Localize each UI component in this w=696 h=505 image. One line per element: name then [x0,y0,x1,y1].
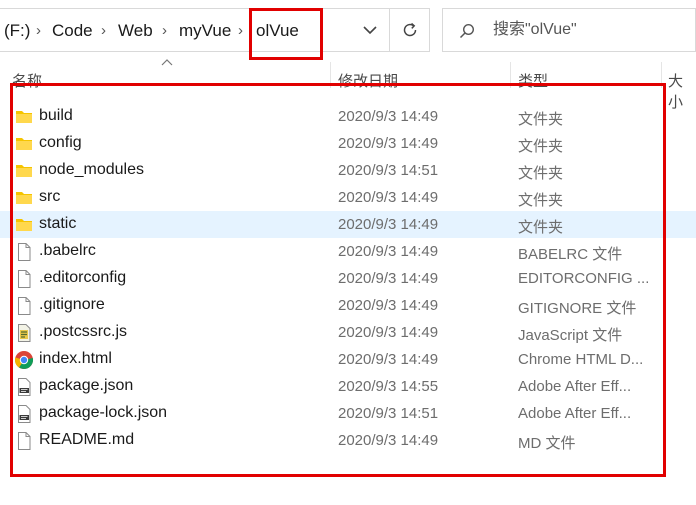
sort-ascending-icon [161,59,173,66]
chevron-down-icon [363,26,377,35]
refresh-icon [403,22,417,37]
current-folder-highlight [249,8,323,60]
refresh-button[interactable] [389,9,430,51]
breadcrumb-separator[interactable]: › [162,22,167,39]
breadcrumb-separator[interactable]: › [36,22,41,39]
breadcrumb-code[interactable]: Code [52,21,93,41]
search-box[interactable] [442,8,696,52]
breadcrumb-drive[interactable]: (F:) [4,21,30,41]
address-bar[interactable]: (F:) › Code › Web › myVue › olVue [0,8,430,52]
breadcrumb-separator[interactable]: › [101,22,106,39]
breadcrumb-web[interactable]: Web [118,21,153,41]
breadcrumb-myvue[interactable]: myVue [179,21,231,41]
search-input[interactable] [491,20,685,40]
breadcrumb-separator[interactable]: › [238,22,243,39]
column-header-size[interactable]: 大小 [668,70,696,111]
file-list-highlight [10,83,666,477]
search-icon [459,23,475,39]
address-dropdown-button[interactable] [353,9,387,51]
